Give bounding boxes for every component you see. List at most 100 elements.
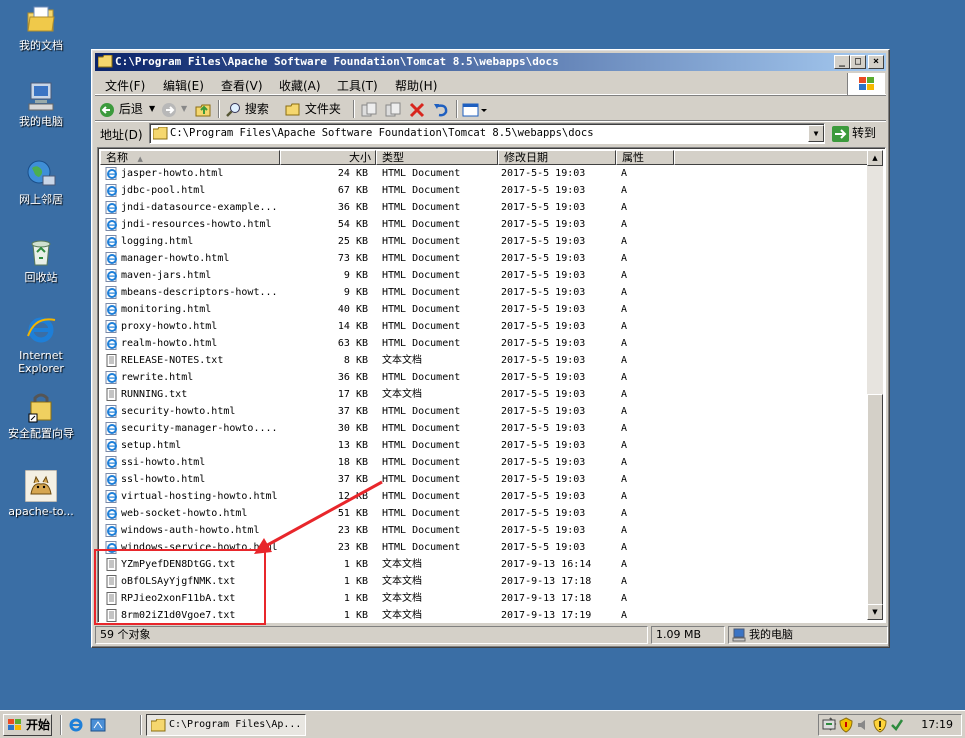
taskbar-button-explorer[interactable]: C:\Program Files\Ap... — [146, 714, 306, 736]
desktop-icon-network[interactable]: 网上邻居 — [4, 158, 78, 206]
file-name: monitoring.html — [121, 304, 212, 315]
desktop-icon-internet-explorer[interactable]: Internet Explorer — [4, 314, 78, 375]
file-row[interactable]: security-manager-howto.... 30 KB HTML Docu… — [100, 420, 868, 437]
back-button[interactable]: 后退 — [99, 100, 143, 118]
file-type: HTML Document — [382, 202, 461, 213]
back-dropdown-icon[interactable]: ▼ — [149, 100, 155, 118]
file-row[interactable]: security-howto.html 37 KB HTML Document 201… — [100, 403, 868, 420]
html-file-icon — [105, 269, 118, 282]
scrollbar-thumb[interactable] — [867, 394, 883, 606]
file-type: HTML Document — [382, 236, 461, 247]
search-button[interactable]: 搜索 — [225, 100, 269, 118]
file-modified: 2017-5-5 19:03 — [501, 423, 586, 434]
address-dropdown-icon[interactable]: ▼ — [808, 125, 824, 142]
menu-help[interactable]: 帮助(H) — [395, 77, 437, 94]
file-row[interactable]: realm-howto.html 63 KB HTML Document 2017-5… — [100, 335, 868, 352]
file-row[interactable]: ssi-howto.html 18 KB HTML Document 2017-5-5… — [100, 454, 868, 471]
file-row[interactable]: RELEASE-NOTES.txt 8 KB 文本文档 2017-5-5 19:03 A — [100, 352, 868, 369]
desktop-icon-recycle-bin[interactable]: 回收站 — [4, 236, 78, 284]
up-folder-button[interactable] — [195, 100, 213, 118]
menu-file[interactable]: 文件(F) — [105, 77, 145, 94]
address-input[interactable]: C:\Program Files\Apache Software Foundat… — [149, 123, 825, 144]
maximize-button[interactable]: □ — [850, 55, 866, 69]
file-size: 1 KB — [343, 610, 368, 621]
scroll-up-icon[interactable]: ▲ — [867, 150, 883, 166]
delete-button[interactable] — [408, 100, 426, 118]
start-button[interactable]: 开始 — [3, 714, 52, 736]
html-file-icon — [105, 507, 118, 520]
quicklaunch-ie-icon[interactable] — [68, 717, 84, 736]
column-header-name[interactable]: 名称 ▲ — [100, 150, 280, 165]
file-row[interactable]: jndi-resources-howto.html 54 KB HTML Docum… — [100, 216, 868, 233]
file-row[interactable]: jdbc-pool.html 67 KB HTML Document 2017-5-5… — [100, 182, 868, 199]
tray-update-icon[interactable] — [890, 717, 904, 736]
file-type: HTML Document — [382, 321, 461, 332]
desktop-icon-apache-tomcat[interactable]: apache-to... — [4, 469, 78, 518]
close-button[interactable]: × — [868, 55, 884, 69]
file-row[interactable]: mbeans-descriptors-howt... 9 KB HTML Docum… — [100, 284, 868, 301]
file-row[interactable]: logging.html 25 KB HTML Document 2017-5-5 1… — [100, 233, 868, 250]
go-button[interactable]: 转到 — [830, 123, 882, 144]
minimize-button[interactable]: _ — [834, 55, 850, 69]
file-row[interactable]: rewrite.html 36 KB HTML Document 2017-5-5 1… — [100, 369, 868, 386]
file-row[interactable]: setup.html 13 KB HTML Document 2017-5-5 19:… — [100, 437, 868, 454]
file-row[interactable]: windows-auth-howto.html 23 KB HTML Documen… — [100, 522, 868, 539]
column-header-label: 名称 — [106, 151, 128, 164]
column-header-type[interactable]: 类型 — [376, 150, 498, 165]
file-size: 18 KB — [337, 457, 368, 468]
folder-icon — [97, 54, 113, 68]
html-file-icon — [105, 235, 118, 248]
desktop-icon-security-wizard[interactable]: 安全配置向导 — [4, 392, 78, 440]
desktop-icon-label: 我的电脑 — [19, 115, 63, 128]
go-arrow-icon — [832, 126, 849, 142]
menu-edit[interactable]: 编辑(E) — [163, 77, 204, 94]
tray-volume-icon[interactable] — [856, 717, 870, 736]
file-row[interactable]: maven-jars.html 9 KB HTML Document 2017-5-5… — [100, 267, 868, 284]
file-type: HTML Document — [382, 508, 461, 519]
views-button[interactable] — [462, 100, 488, 118]
file-modified: 2017-5-5 19:03 — [501, 525, 586, 536]
file-row[interactable]: proxy-howto.html 14 KB HTML Document 2017-5… — [100, 318, 868, 335]
title-bar[interactable]: C:\Program Files\Apache Software Foundat… — [95, 53, 886, 71]
forward-dropdown-icon[interactable]: ▼ — [181, 100, 187, 118]
file-row[interactable]: web-socket-howto.html 51 KB HTML Document 2… — [100, 505, 868, 522]
file-row[interactable]: monitoring.html 40 KB HTML Document 2017-5-… — [100, 301, 868, 318]
column-header-attributes[interactable]: 属性 — [616, 150, 674, 165]
file-size: 9 KB — [343, 287, 368, 298]
file-size: 30 KB — [337, 423, 368, 434]
menu-tools[interactable]: 工具(T) — [337, 77, 378, 94]
move-to-button[interactable] — [360, 100, 378, 118]
menu-favorites[interactable]: 收藏(A) — [279, 77, 321, 94]
file-attributes: A — [621, 491, 628, 502]
tray-shield-icon[interactable] — [839, 717, 853, 736]
html-file-icon — [105, 473, 118, 486]
file-type: HTML Document — [382, 253, 461, 264]
file-row[interactable]: RUNNING.txt 17 KB 文本文档 2017-5-5 19:03 A — [100, 386, 868, 403]
folders-button[interactable]: 文件夹 — [285, 100, 341, 118]
column-header-modified[interactable]: 修改日期 — [498, 150, 616, 165]
copy-to-button[interactable] — [384, 100, 402, 118]
tray-network-icon[interactable] — [822, 717, 836, 736]
file-row[interactable]: ssl-howto.html 37 KB HTML Document 2017-5-5… — [100, 471, 868, 488]
file-type: 文本文档 — [382, 576, 422, 587]
address-label: 地址(D) — [100, 128, 143, 142]
status-location-label: 我的电脑 — [749, 628, 793, 641]
file-row[interactable]: jasper-howto.html 24 KB HTML Document 2017-… — [100, 165, 868, 182]
file-row[interactable]: virtual-hosting-howto.html 12 KB HTML Docu… — [100, 488, 868, 505]
file-row[interactable]: jndi-datasource-example... 36 KB HTML Docu… — [100, 199, 868, 216]
back-arrow-icon — [100, 102, 114, 117]
column-header-size[interactable]: 大小 — [280, 150, 376, 165]
desktop-icon-my-computer[interactable]: 我的电脑 — [4, 80, 78, 128]
menu-view[interactable]: 查看(V) — [221, 77, 263, 94]
forward-button[interactable] — [161, 100, 177, 118]
file-name: realm-howto.html — [121, 338, 218, 349]
file-modified: 2017-5-5 19:03 — [501, 474, 586, 485]
file-type: HTML Document — [382, 287, 461, 298]
vertical-scrollbar[interactable]: ▲ ▼ — [867, 150, 883, 620]
tray-warning-icon[interactable] — [873, 717, 887, 736]
scroll-down-icon[interactable]: ▼ — [867, 604, 883, 620]
file-row[interactable]: manager-howto.html 73 KB HTML Document 2017… — [100, 250, 868, 267]
undo-button[interactable] — [432, 100, 450, 118]
desktop-icon-my-documents[interactable]: 我的文档 — [4, 4, 78, 52]
quicklaunch-desktop-icon[interactable] — [90, 717, 106, 736]
